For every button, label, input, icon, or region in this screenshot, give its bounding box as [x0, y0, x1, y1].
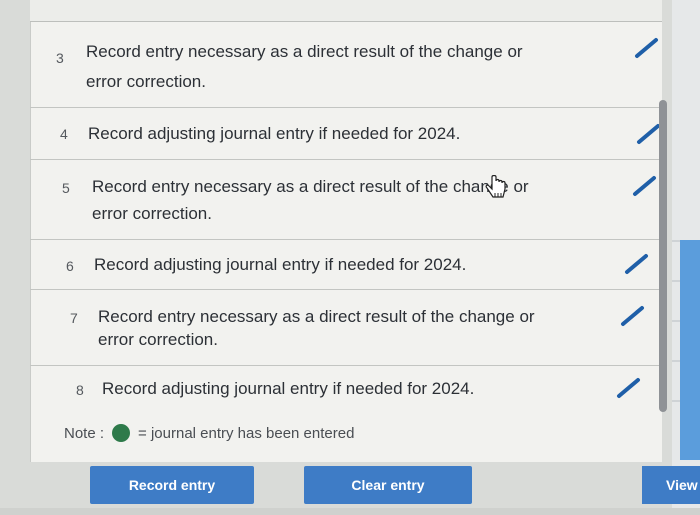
row-description-line2: error correction.: [92, 204, 212, 223]
row-description: Record entry necessary as a direct resul…: [98, 307, 535, 326]
journal-row[interactable]: 7 Record entry necessary as a direct res…: [30, 290, 662, 366]
hand-cursor-icon: [483, 174, 509, 205]
row-description-line2: error correction.: [98, 330, 218, 349]
vertical-scrollbar[interactable]: [659, 100, 667, 412]
record-entry-button[interactable]: Record entry: [90, 466, 254, 504]
clear-entry-button[interactable]: Clear entry: [304, 466, 472, 504]
row-number: 8: [76, 382, 84, 398]
adjacent-table-column: [680, 240, 700, 460]
row-description-line2: error correction.: [86, 72, 206, 91]
legend-note: Note : = journal entry has been entered: [64, 424, 354, 442]
row-description: Record adjusting journal entry if needed…: [94, 255, 467, 274]
row-description: Record entry necessary as a direct resul…: [86, 42, 523, 61]
journal-row[interactable]: 4 Record adjusting journal entry if need…: [30, 108, 662, 160]
row-number: 5: [62, 180, 70, 196]
journal-row[interactable]: 5 Record entry necessary as a direct res…: [30, 160, 662, 240]
journal-row[interactable]: 8 Record adjusting journal entry if need…: [30, 366, 662, 416]
previous-row-strip: [30, 0, 662, 22]
row-number: 6: [66, 258, 74, 274]
row-description: Record entry necessary as a direct resul…: [92, 177, 529, 196]
note-description: = journal entry has been entered: [138, 424, 355, 442]
edit-pencil-icon[interactable]: [630, 174, 660, 198]
journal-row[interactable]: 6 Record adjusting journal entry if need…: [30, 240, 662, 290]
edit-pencil-icon[interactable]: [618, 304, 648, 328]
edit-pencil-icon[interactable]: [614, 376, 644, 400]
row-number: 4: [60, 126, 68, 142]
entered-indicator-dot: [112, 424, 131, 442]
note-label: Note :: [64, 424, 105, 442]
row-description: Record adjusting journal entry if needed…: [88, 124, 461, 143]
row-description: Record adjusting journal entry if needed…: [102, 379, 475, 398]
bottom-border: [0, 508, 700, 515]
row-number: 3: [56, 50, 64, 66]
edit-pencil-icon[interactable]: [622, 252, 652, 276]
view-button[interactable]: View: [642, 466, 700, 504]
row-number: 7: [70, 310, 78, 326]
edit-pencil-icon[interactable]: [632, 36, 662, 60]
journal-row[interactable]: 3 Record entry necessary as a direct res…: [30, 22, 662, 108]
